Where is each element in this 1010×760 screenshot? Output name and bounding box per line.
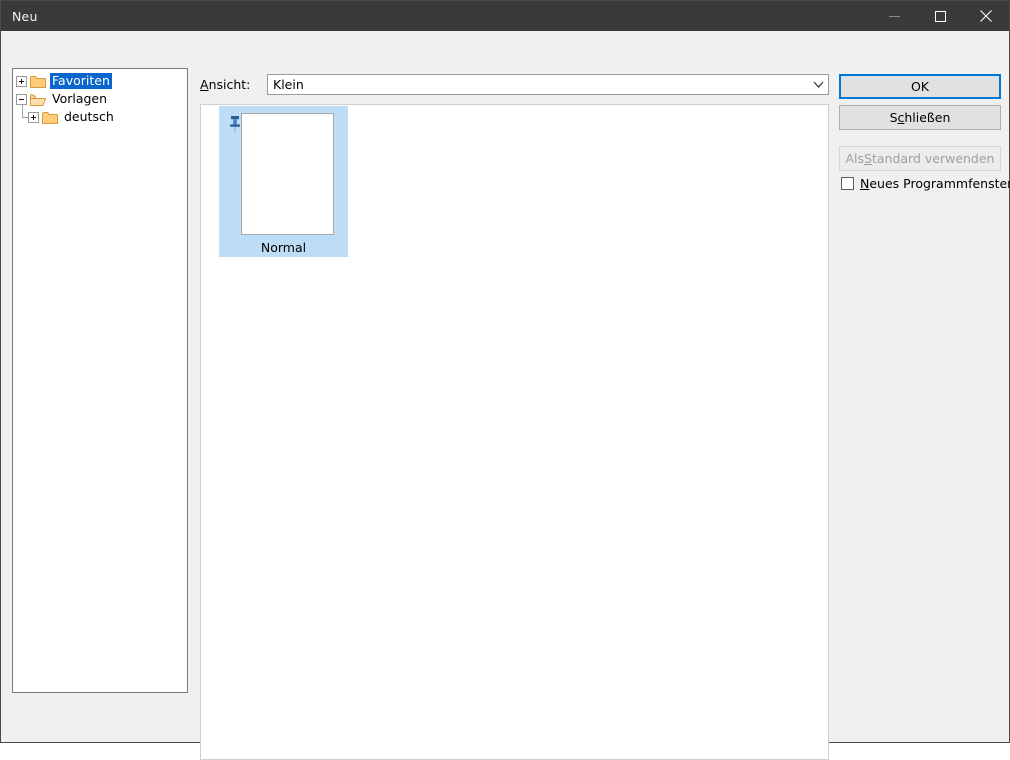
minimize-button[interactable] <box>871 1 917 31</box>
close-button[interactable] <box>963 1 1009 31</box>
new-window-checkbox[interactable] <box>841 177 854 190</box>
template-tree[interactable]: Favoriten Vorlagen deutsch <box>12 68 188 693</box>
tree-item-favoriten[interactable]: Favoriten <box>13 72 187 90</box>
window-title: Neu <box>12 8 38 24</box>
expander-plus-icon[interactable] <box>28 111 39 123</box>
close-button-prefix: S <box>889 110 898 125</box>
chevron-down-icon[interactable] <box>808 75 828 94</box>
ok-button[interactable]: OK <box>839 74 1001 99</box>
new-window-checkbox-accel: N <box>860 176 870 191</box>
title-bar: Neu <box>1 1 1009 31</box>
view-label-accel: A <box>200 77 209 92</box>
expander-plus-icon[interactable] <box>16 75 27 87</box>
close-button-accel: c <box>897 110 905 125</box>
new-window-checkbox-rest: eues Programmfenster <box>869 176 1010 191</box>
folder-open-icon <box>30 93 46 106</box>
expander-minus-icon[interactable] <box>16 93 27 105</box>
view-label-rest: nsicht: <box>208 77 251 92</box>
close-button-suffix: hließen <box>904 110 951 125</box>
ok-button-label: OK <box>910 79 930 94</box>
template-list[interactable]: Normal <box>200 104 829 760</box>
maximize-button[interactable] <box>917 1 963 31</box>
window-controls <box>871 1 1009 31</box>
tree-item-deutsch[interactable]: deutsch <box>13 104 187 126</box>
dialog-window: Neu Vorlage: <box>0 0 1010 760</box>
close-icon <box>980 10 992 22</box>
tree-item-label: Favoriten <box>50 73 112 89</box>
template-item-normal[interactable]: Normal <box>219 106 348 257</box>
view-combobox[interactable]: Klein <box>267 74 829 95</box>
pushpin-icon <box>230 116 240 132</box>
tree-item-label: deutsch <box>64 109 114 124</box>
close-dialog-button[interactable]: Sc hließen <box>839 105 1001 130</box>
template-item-label: Normal <box>219 237 348 257</box>
folder-closed-icon <box>42 111 58 124</box>
tree-item-label: Vorlagen <box>52 91 108 106</box>
set-default-prefix: Als <box>845 151 865 166</box>
minimize-icon <box>888 15 900 17</box>
folder-closed-icon <box>30 75 46 88</box>
view-combobox-value: Klein <box>273 77 304 92</box>
template-page-preview <box>241 113 334 235</box>
maximize-icon <box>934 10 946 22</box>
view-label: Ansicht: <box>200 77 250 92</box>
set-default-suffix: tandard verwenden <box>871 151 995 166</box>
tree-item-vorlagen[interactable]: Vorlagen <box>13 90 187 108</box>
set-default-accel: S <box>864 151 872 166</box>
template-thumbnail <box>224 111 343 236</box>
set-default-button: Als Standard verwenden <box>839 146 1001 171</box>
dialog-body: Vorlage: Favoriten Vorlagen <box>1 31 1010 760</box>
new-window-checkbox-label: Neues Programmfenster <box>860 176 1010 191</box>
new-window-checkbox-row[interactable]: Neues Programmfenster <box>841 176 1010 191</box>
